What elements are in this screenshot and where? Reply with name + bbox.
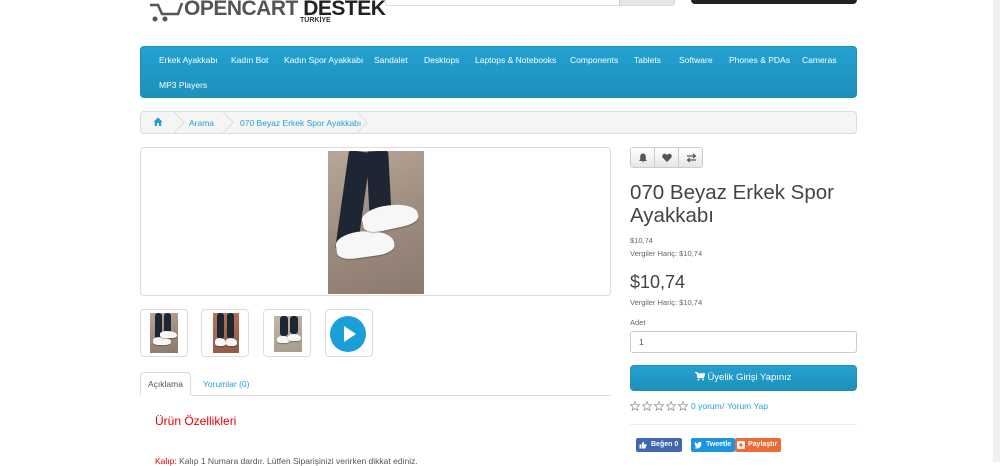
product-photo — [328, 151, 424, 294]
write-review-link[interactable]: Yorum Yap — [727, 401, 768, 411]
quantity-label: Adet — [630, 318, 646, 327]
product-title: 070 Beyaz Erkek Spor Ayakkabı — [630, 181, 834, 227]
plus-icon — [737, 441, 745, 449]
menu-item-sandalet[interactable]: Sandalet — [374, 55, 408, 65]
breadcrumb-item-arama[interactable]: Arama — [189, 118, 214, 128]
store-logo[interactable]: OPENCART DESTEK TÜRKİYE — [150, 0, 386, 28]
thumbnail-photo — [213, 313, 239, 353]
star-empty-icon — [678, 401, 688, 411]
breadcrumb-separator — [223, 112, 234, 133]
menu-item-erkek-ayakkabi[interactable]: Erkek Ayakkabı — [159, 55, 217, 65]
tab-description[interactable]: Açıklama — [140, 372, 191, 396]
bell-icon — [639, 153, 647, 163]
logo-mark-icon — [150, 2, 184, 22]
share-button[interactable]: Paylaştır — [735, 438, 782, 452]
menu-item-desktops[interactable]: Desktops — [424, 55, 459, 65]
menu-item-phones-pdas[interactable]: Phones & PDAs — [729, 55, 790, 65]
description-line: Kalıp: Kalıp 1 Numara dardır. Lütfen Sip… — [155, 456, 418, 466]
thumbnail-2[interactable] — [201, 309, 249, 357]
compare-button[interactable] — [678, 147, 703, 168]
twitter-tweet-button[interactable]: Tweetle — [691, 438, 736, 452]
menu-item-kadin-bot[interactable]: Kadın Bot — [231, 55, 268, 65]
tab-reviews[interactable]: Yorumlar (0) — [203, 379, 249, 389]
logo-subtitle: TÜRKİYE — [300, 17, 331, 24]
quantity-input[interactable]: 1 — [630, 331, 857, 353]
thumbnail-1[interactable] — [140, 309, 188, 357]
alert-button[interactable] — [630, 147, 655, 168]
menu-item-kadin-spor-ayakkabi[interactable]: Kadın Spor Ayakkabı — [284, 55, 363, 65]
thumbnail-video[interactable] — [325, 309, 373, 357]
ex-tax-small: Vergiler Hariç: $10,74 — [630, 249, 703, 258]
reviews-count-link[interactable]: 0 yorum — [691, 401, 722, 411]
reviews-separator: / — [722, 401, 725, 411]
menu-item-tablets[interactable]: Tablets — [634, 55, 661, 65]
product-main-image[interactable] — [140, 147, 611, 296]
star-empty-icon — [630, 401, 640, 411]
exchange-icon — [686, 153, 697, 163]
menu-item-laptops-notebooks[interactable]: Laptops & Notebooks — [475, 55, 556, 65]
description-label: Kalıp: — [155, 456, 177, 466]
logo-text: OPENCART DESTEK — [184, 0, 386, 21]
price-small: $10,74 — [630, 236, 653, 245]
facebook-like-label: Beğen 0 — [651, 441, 679, 448]
tabs-divider — [140, 395, 611, 396]
menu-item-components[interactable]: Components — [570, 55, 618, 65]
star-empty-icon — [642, 401, 652, 411]
search-button[interactable] — [619, 0, 674, 5]
thumbnail-3[interactable] — [263, 309, 311, 357]
menu-item-mp3-players[interactable]: MP3 Players — [159, 80, 207, 90]
thumbs-up-icon — [639, 441, 647, 449]
cart-button[interactable] — [691, 0, 857, 4]
page-scrollbar[interactable] — [993, 0, 1000, 462]
thumbnail-photo — [150, 313, 178, 353]
divider — [630, 424, 857, 425]
logo-main-text: OPENCART — [184, 0, 298, 20]
cart-icon — [695, 371, 706, 381]
product-price: $10,74 — [630, 272, 686, 292]
facebook-like-button[interactable]: Beğen 0 — [636, 438, 683, 452]
ex-tax-big: Vergiler Hariç: $10,74 — [630, 298, 703, 307]
thumbnail-photo — [274, 316, 302, 352]
login-button[interactable]: Üyelik Girişi Yapınız — [630, 365, 857, 391]
features-heading: Ürün Özellikleri — [155, 414, 237, 428]
twitter-tweet-label: Tweetle — [706, 441, 732, 448]
breadcrumb-separator — [357, 112, 368, 133]
share-label: Paylaştır — [748, 441, 778, 448]
login-button-label: Üyelik Girişi Yapınız — [707, 372, 792, 383]
menu-item-cameras[interactable]: Cameras — [802, 55, 836, 65]
twitter-icon — [694, 441, 702, 449]
main-menu: Erkek Ayakkabı Kadın Bot Kadın Spor Ayak… — [140, 46, 857, 98]
star-empty-icon — [666, 401, 676, 411]
breadcrumb-separator — [174, 112, 185, 133]
star-empty-icon — [654, 401, 664, 411]
breadcrumb-item-product[interactable]: 070 Beyaz Erkek Spor Ayakkabı — [240, 118, 361, 128]
wishlist-button[interactable] — [654, 147, 679, 168]
play-icon — [330, 316, 366, 352]
breadcrumb: Arama 070 Beyaz Erkek Spor Ayakkabı — [140, 111, 857, 134]
description-text: Kalıp 1 Numara dardır. Lütfen Siparişini… — [176, 456, 418, 466]
home-icon[interactable] — [153, 117, 163, 127]
heart-icon — [662, 153, 672, 162]
menu-item-software[interactable]: Software — [679, 55, 713, 65]
